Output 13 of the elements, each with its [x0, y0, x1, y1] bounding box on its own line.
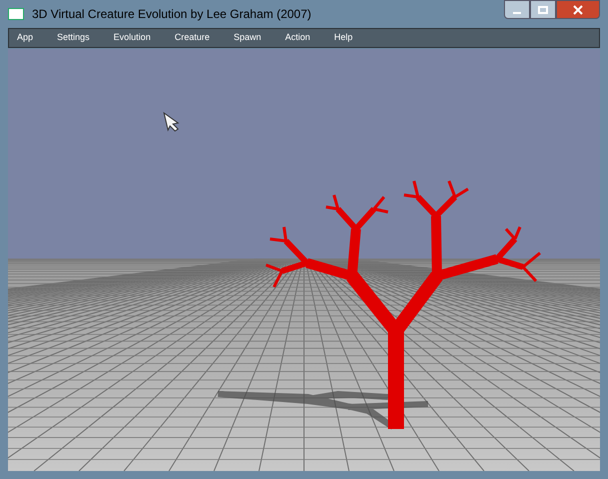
menu-item[interactable]: Spawn — [230, 31, 266, 45]
close-icon — [573, 4, 583, 14]
menu-item[interactable]: Help — [330, 31, 357, 45]
menu-item[interactable]: App — [13, 31, 38, 45]
menu-item[interactable]: Evolution — [110, 31, 155, 45]
menu-item[interactable]: Settings — [53, 31, 94, 45]
maximize-button[interactable] — [530, 0, 556, 19]
menu-item[interactable]: Action — [281, 31, 314, 45]
app-icon — [8, 8, 24, 20]
close-button[interactable] — [556, 0, 600, 19]
menu-item[interactable]: Creature — [170, 31, 214, 45]
minimize-button[interactable] — [504, 0, 530, 19]
window-title: 3D Virtual Creature Evolution by Lee Graham (2007) — [32, 6, 312, 23]
